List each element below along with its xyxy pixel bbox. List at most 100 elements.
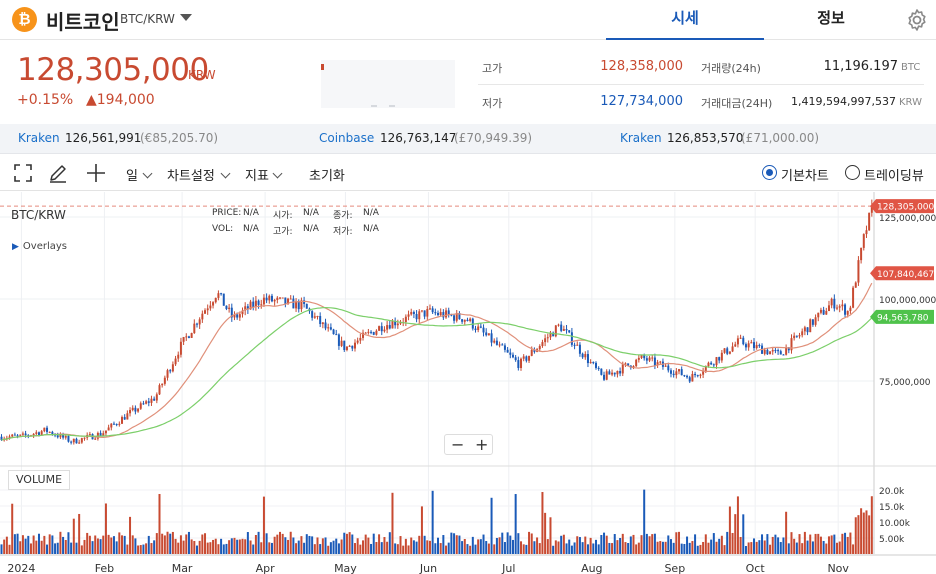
fullscreen-icon[interactable]	[11, 161, 35, 185]
candle-body	[846, 310, 849, 315]
volume-bar	[774, 534, 777, 554]
volume-bar	[150, 543, 153, 554]
volume-bar	[123, 535, 126, 554]
candle-body	[683, 375, 686, 377]
candle-body	[335, 334, 338, 336]
volume-bar	[450, 532, 453, 554]
volume-bar	[809, 534, 812, 554]
candle-body	[747, 343, 750, 348]
chart-canvas[interactable]: 2024 Feb Mar Apr May Jun Jul Aug Sep Oct Nov 125,00…	[0, 192, 936, 574]
volume-bar	[619, 537, 622, 554]
exchange-name[interactable]: Coinbase	[319, 131, 374, 145]
volume-bar	[624, 542, 627, 554]
volume-bar	[752, 538, 755, 554]
draw-pencil-icon[interactable]	[46, 161, 70, 185]
volume-bar	[86, 532, 89, 554]
volume-bar	[142, 544, 145, 554]
info-high-label: 고가:	[273, 227, 293, 237]
candle-body	[538, 346, 541, 350]
volume-tick-label: 5.00k	[879, 535, 905, 545]
zoom-out-button[interactable]: −	[451, 436, 464, 454]
candle-body	[597, 367, 600, 369]
candle-body	[206, 308, 209, 311]
indicators-dropdown[interactable]: 지표	[245, 165, 269, 184]
volume-bar	[24, 538, 27, 554]
candle-body	[694, 373, 697, 376]
moving-averages	[1, 282, 873, 441]
volume-bar	[549, 517, 552, 554]
gear-icon[interactable]	[905, 8, 929, 32]
candle-body	[806, 327, 809, 333]
volume-bar	[380, 542, 383, 554]
volume-bar	[174, 538, 177, 554]
volume-bar	[249, 540, 252, 554]
pair-dropdown-icon[interactable]	[180, 14, 192, 21]
x-tick-label: Jul	[501, 562, 515, 574]
candle-body	[544, 338, 547, 343]
chevron-down-icon[interactable]	[142, 168, 153, 179]
candle-body	[712, 364, 715, 366]
volume-bar	[667, 535, 670, 554]
candle-body	[691, 373, 694, 382]
chevron-down-icon[interactable]	[272, 168, 283, 179]
current-price: 128,305,000	[17, 52, 209, 88]
candle-body	[13, 434, 16, 436]
volume-bar	[370, 543, 373, 554]
coin-pair[interactable]: BTC/KRW	[120, 12, 175, 26]
candle-body	[814, 317, 817, 325]
candle-body	[603, 374, 606, 380]
price-chart[interactable]: 2024 Feb Mar Apr May Jun Jul Aug Sep Oct Nov 125,00…	[0, 192, 936, 574]
volume-bar	[589, 537, 592, 554]
volume-bar	[96, 538, 99, 554]
volume-bar	[471, 536, 474, 554]
candle-body	[367, 331, 370, 333]
x-tick-label: Apr	[256, 562, 276, 574]
volume-bar	[80, 545, 83, 554]
volume-bar	[833, 534, 836, 554]
volume-bar	[603, 532, 606, 554]
volume-bar	[423, 535, 426, 554]
overlays-toggle[interactable]: ▶ Overlays	[12, 241, 67, 252]
exchange-name[interactable]: Kraken	[620, 131, 662, 145]
candle-body	[21, 433, 24, 435]
volume-bar	[262, 496, 265, 554]
volume-bar	[418, 535, 421, 554]
volume-bar	[13, 534, 16, 554]
chevron-down-icon[interactable]	[220, 168, 231, 179]
candle-body	[270, 295, 273, 302]
candle-body	[715, 357, 718, 366]
exchange-name[interactable]: Kraken	[18, 131, 60, 145]
reset-button[interactable]: 초기화	[309, 165, 345, 184]
candle-body	[495, 340, 498, 345]
volume-bar	[803, 531, 806, 554]
tradingview-label[interactable]: 트레이딩뷰	[864, 165, 924, 184]
volume-bar	[16, 533, 19, 554]
candle-body	[214, 297, 217, 303]
tab-price[interactable]: 시세	[606, 0, 764, 40]
crosshair-icon[interactable]	[84, 161, 108, 185]
y-tick-label: 75,000,000	[879, 378, 931, 388]
basic-chart-radio[interactable]	[762, 165, 777, 180]
volume-bar	[177, 542, 180, 554]
chart-settings-dropdown[interactable]: 차트설정	[167, 165, 215, 184]
candle-body	[252, 301, 255, 307]
basic-chart-label[interactable]: 기본차트	[781, 165, 829, 184]
volume-bar	[616, 540, 619, 554]
volume-bar	[474, 544, 477, 554]
candle-body	[675, 371, 678, 376]
volume-bar	[289, 531, 292, 554]
zoom-in-button[interactable]: +	[475, 436, 488, 454]
tab-info[interactable]: 정보	[764, 0, 898, 40]
volume-bar	[281, 533, 284, 554]
volume-bar	[758, 540, 761, 554]
candle-body	[351, 345, 354, 349]
volume-bar	[43, 535, 46, 554]
candle-body	[257, 300, 260, 305]
candle-body	[801, 331, 804, 336]
candle-body	[410, 311, 413, 315]
candle-body	[179, 341, 182, 355]
tradingview-radio[interactable]	[845, 165, 860, 180]
mini-chart-canvas	[321, 64, 395, 107]
candle-body	[782, 354, 785, 356]
interval-dropdown[interactable]: 일	[126, 165, 138, 184]
